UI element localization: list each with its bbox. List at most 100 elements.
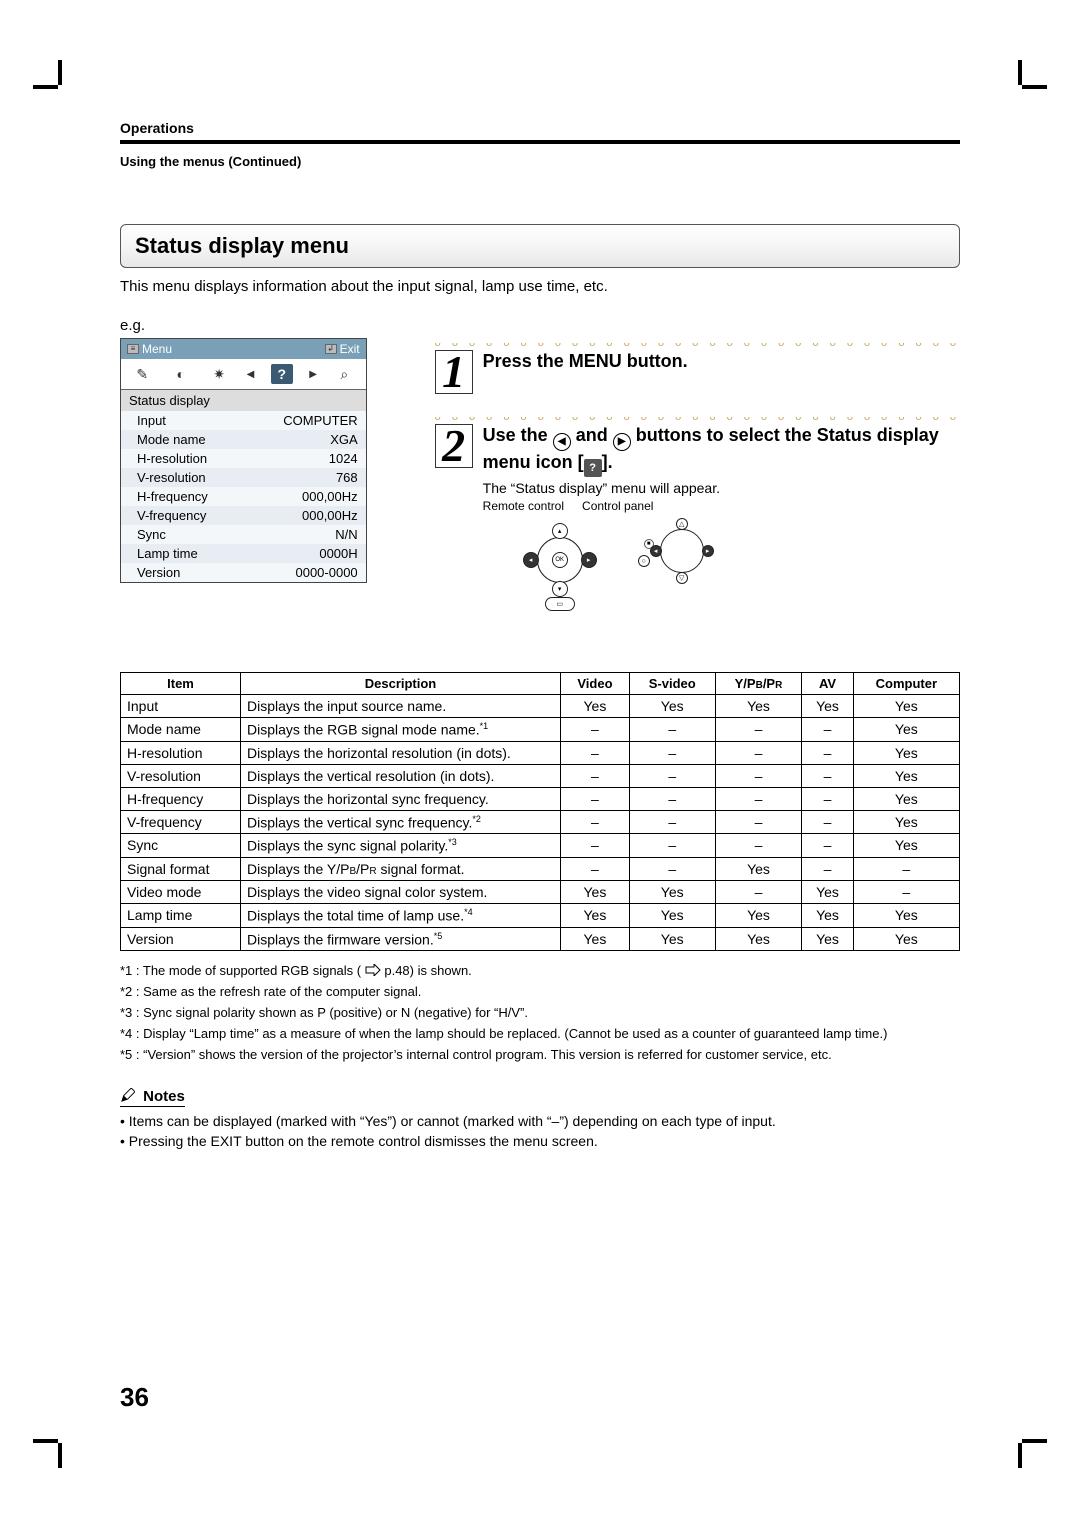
notes-list: • Items can be displayed (marked with “Y… <box>120 1111 960 1151</box>
table-cell: – <box>715 880 802 903</box>
footnote-3: *3 : Sync signal polarity shown as P (po… <box>120 1003 960 1022</box>
arrow-right-icon: ▶ <box>309 369 317 380</box>
table-cell: – <box>561 810 630 834</box>
crop-mark <box>1022 1439 1047 1443</box>
table-cell: Displays the video signal color system. <box>241 880 561 903</box>
table-cell: Yes <box>629 927 715 951</box>
menu-row: Input COMPUTER <box>121 411 366 430</box>
panel-down-button: ▽ <box>676 572 688 584</box>
table-header: AV <box>802 673 853 695</box>
table-cell: Yes <box>629 880 715 903</box>
step-2-number: 2 <box>435 424 473 468</box>
table-cell: – <box>629 764 715 787</box>
table-cell: – <box>629 810 715 834</box>
table-cell: Sync <box>121 834 241 858</box>
table-cell: Yes <box>715 695 802 718</box>
menu-row-value: 0000H <box>319 546 357 561</box>
menu-row-key: Mode name <box>137 432 206 447</box>
ornament-dots: ᴗ ᴗ ᴗ ᴗ ᴗ ᴗ ᴗ ᴗ ᴗ ᴗ ᴗ ᴗ ᴗ ᴗ ᴗ ᴗ ᴗ ᴗ ᴗ ᴗ … <box>435 412 960 422</box>
table-row: Mode nameDisplays the RGB signal mode na… <box>121 718 960 742</box>
menu-row: Version0000-0000 <box>121 563 366 582</box>
table-cell: Yes <box>853 764 959 787</box>
table-cell: – <box>629 857 715 880</box>
table-cell: – <box>561 787 630 810</box>
panel-up-button: △ <box>676 518 688 530</box>
tab-icon-5: ⌕ <box>333 364 355 384</box>
table-row: VersionDisplays the firmware version.*5Y… <box>121 927 960 951</box>
right-nav-icon: ▶ <box>613 433 631 451</box>
tab-icon-1: ✎ <box>131 364 153 384</box>
page-ref-arrow-icon <box>365 964 381 976</box>
footnote-2: *2 : Same as the refresh rate of the com… <box>120 982 960 1001</box>
panel-left-button: ◂ <box>650 545 662 557</box>
page-number: 36 <box>120 1382 149 1413</box>
table-cell: – <box>561 834 630 858</box>
section-title: Status display menu <box>120 224 960 268</box>
table-cell: Yes <box>802 927 853 951</box>
table-cell: H-frequency <box>121 787 241 810</box>
table-cell: Yes <box>715 903 802 927</box>
menu-row-key: Lamp time <box>137 546 198 561</box>
table-cell: – <box>715 764 802 787</box>
left-nav-icon: ◀ <box>553 433 571 451</box>
table-cell: Displays the vertical resolution (in dot… <box>241 764 561 787</box>
table-cell: – <box>802 787 853 810</box>
table-cell: – <box>715 834 802 858</box>
table-cell: Yes <box>561 903 630 927</box>
table-cell: – <box>802 834 853 858</box>
table-row: H-resolutionDisplays the horizontal reso… <box>121 741 960 764</box>
header-rule <box>120 140 960 144</box>
menu-row: Sync N/N <box>121 525 366 544</box>
step-2-text-b: and <box>571 425 613 445</box>
menu-row-key: V-frequency <box>137 508 206 523</box>
table-cell: – <box>629 787 715 810</box>
menu-row-value: 000,00Hz <box>302 508 358 523</box>
table-cell: Yes <box>853 787 959 810</box>
footnote-4: *4 : Display “Lamp time” as a measure of… <box>120 1024 960 1043</box>
menu-row-key: V-resolution <box>137 470 206 485</box>
panel-right-button: ▸ <box>702 545 714 557</box>
tab-status-icon: ? <box>271 364 293 384</box>
table-header: Item <box>121 673 241 695</box>
notes-title-text: Notes <box>143 1088 185 1105</box>
table-header: S-video <box>629 673 715 695</box>
table-cell: Yes <box>802 903 853 927</box>
table-row: H-frequencyDisplays the horizontal sync … <box>121 787 960 810</box>
table-row: V-resolutionDisplays the vertical resolu… <box>121 764 960 787</box>
table-header: Description <box>241 673 561 695</box>
table-cell: – <box>715 718 802 742</box>
menu-row: V-resolution 768 <box>121 468 366 487</box>
table-cell: Video mode <box>121 880 241 903</box>
controllers-illustration: ▴ ▾ ◂ ▸ OK ▭ ■ ○ △ ▽ <box>483 519 960 614</box>
menu-row: H-resolution1024 <box>121 449 366 468</box>
exit-label: Exit <box>340 342 360 356</box>
footnote-1a: *1 : The mode of supported RGB signals ( <box>120 963 361 978</box>
remote-left-button: ◂ <box>523 552 539 568</box>
step-2-text-a: Use the <box>483 425 553 445</box>
menu-row-value: 1024 <box>329 451 358 466</box>
table-cell: – <box>715 787 802 810</box>
pencil-icon <box>120 1088 135 1103</box>
table-cell: Yes <box>561 695 630 718</box>
table-cell: Displays the vertical sync frequency.*2 <box>241 810 561 834</box>
table-cell: Yes <box>853 695 959 718</box>
table-cell: Displays the total time of lamp use.*4 <box>241 903 561 927</box>
menu-row-key: Input <box>137 413 166 428</box>
menu-row-key: Sync <box>137 527 166 542</box>
menu-row-key: H-frequency <box>137 489 208 504</box>
status-items-table: ItemDescriptionVideoS-videoY/PB/PRAVComp… <box>120 672 960 951</box>
tab-icon-3: ✷ <box>208 364 230 384</box>
section-intro: This menu displays information about the… <box>120 278 960 295</box>
menu-row-value: COMPUTER <box>283 413 357 428</box>
table-cell: Signal format <box>121 857 241 880</box>
arrow-left-icon: ◀ <box>247 369 255 380</box>
table-cell: Mode name <box>121 718 241 742</box>
step-2-title: Use the ◀ and ▶ buttons to select the St… <box>483 424 960 477</box>
tab-icon-2: ◐ <box>170 364 192 384</box>
table-cell: – <box>561 741 630 764</box>
table-cell: Yes <box>853 741 959 764</box>
menu-row-value: N/N <box>335 527 357 542</box>
table-cell: Yes <box>802 880 853 903</box>
menu-row-value: 768 <box>336 470 358 485</box>
crop-mark <box>1018 1443 1022 1468</box>
